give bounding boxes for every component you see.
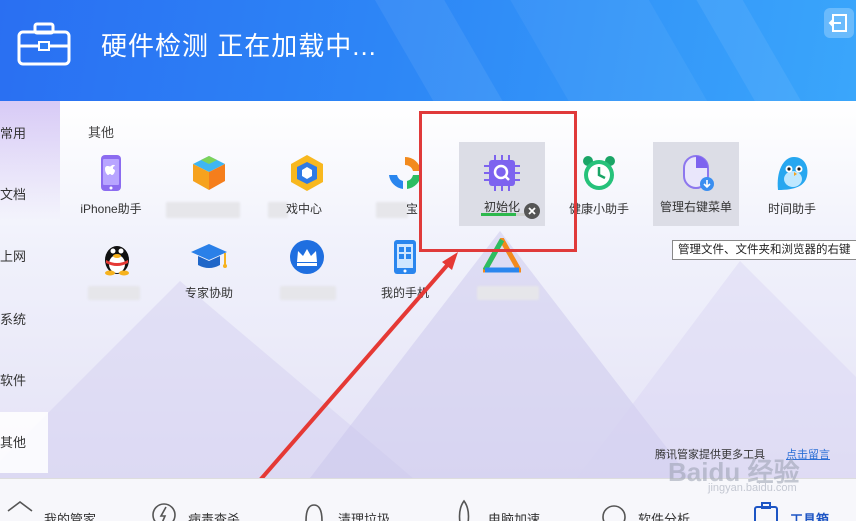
lightning-shield-icon <box>152 503 176 521</box>
tab-label: 病毒查杀 <box>188 512 241 521</box>
tab-label: 我的管家 <box>44 512 97 521</box>
broom-icon <box>305 504 323 521</box>
rocket-icon <box>458 499 470 521</box>
tab-label: 软件分析 <box>638 512 691 521</box>
watermark-url: jingyan.baidu.com <box>708 482 797 494</box>
tab-label: 清理垃圾 <box>338 512 391 521</box>
tab-label: 电脑加速 <box>488 512 541 521</box>
tab-label: 工具箱 <box>790 512 830 521</box>
tab-virus-scan[interactable]: 病毒查杀 <box>150 479 270 521</box>
annotation-arrow <box>232 252 458 512</box>
app-icon <box>602 505 626 521</box>
tab-speed-up[interactable]: 电脑加速 <box>450 479 570 521</box>
baidu-watermark: Baidu 经验 jingyan.baidu.com <box>650 450 810 510</box>
tab-clean-junk[interactable]: 清理垃圾 <box>300 479 420 521</box>
home-shield-icon <box>7 501 33 512</box>
tab-my-manager[interactable]: 我的管家 <box>6 479 126 521</box>
